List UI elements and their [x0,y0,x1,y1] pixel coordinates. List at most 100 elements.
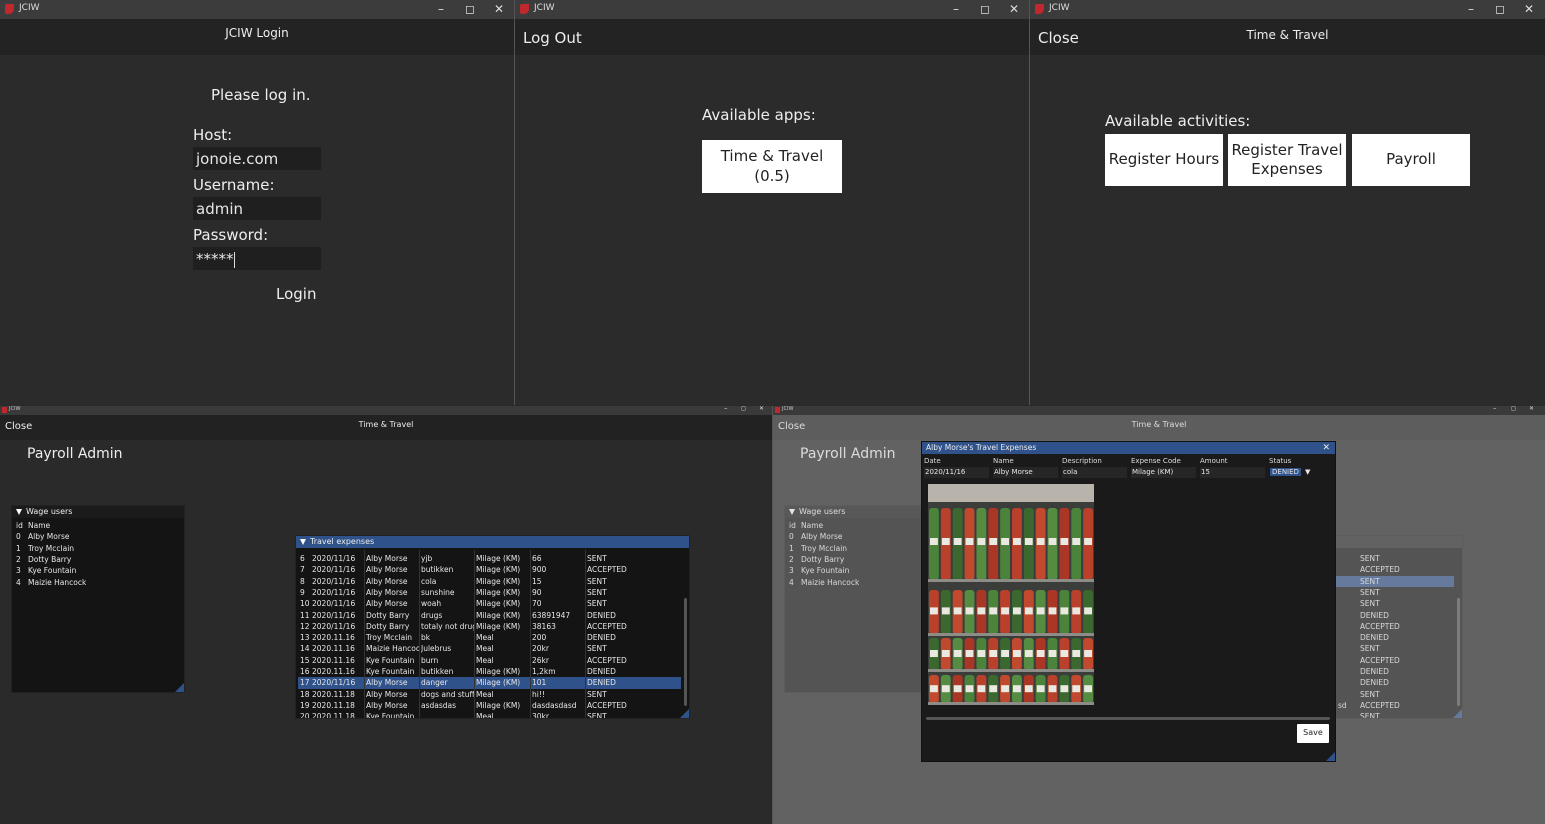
payroll-admin-dialog-window: JCIW – ◻ ✕ Close Time & Travel Payroll A… [773,406,1545,824]
maximize-icon[interactable]: ◻ [461,2,479,16]
resize-handle[interactable] [1326,752,1335,761]
username-field[interactable]: admin [193,197,321,220]
table-cell: butikken [421,565,454,575]
table-cell: 2020.11.18 [312,689,355,699]
table-row[interactable]: 2 Dotty Barry [14,554,182,565]
minimize-icon[interactable]: – [1462,2,1480,16]
field-value[interactable]: 15 [1200,467,1265,478]
minimize-icon[interactable]: – [432,2,450,16]
maximize-icon[interactable]: ◻ [976,2,994,16]
dialog-title-bar[interactable]: Alby Morse's Travel Expenses ✕ [922,442,1335,454]
close-icon[interactable]: ✕ [490,2,508,16]
table-cell: sunshine [421,587,455,597]
wage-users-header[interactable]: Wage users [12,506,184,518]
close-icon[interactable]: ✕ [1529,406,1534,412]
bottle-label [1001,685,1009,693]
table-row[interactable]: 19 2020.11.18 Alby Morse asdasdas Milage (KM… [298,700,681,711]
table-row[interactable]: 9 2020/11/16 Alby Morse sunshine Milage (KM)… [298,587,681,598]
table-cell: ACCEPTED [587,700,627,710]
field-value[interactable]: cola [1062,467,1127,478]
minimize-icon[interactable]: – [947,2,965,16]
table-cell: Alby Morse [366,689,408,699]
resize-handle[interactable] [680,709,689,718]
collapse-triangle-icon[interactable] [16,508,22,515]
table-row[interactable]: 20 2020.11.18 Kye Fountain Meal 30kr SENT [298,711,681,718]
table-cell: Meal [476,712,494,718]
bottle-label [1060,538,1069,545]
ceiling [928,484,1094,502]
field-column: Date 2020/11/16 [924,457,990,481]
status-dropdown[interactable]: DENIED ▼ [1269,467,1328,478]
logout-button[interactable]: Log Out [523,29,582,47]
field-value[interactable]: Milage (KM) [1131,467,1196,478]
table-row[interactable]: 10 2020/11/16 Alby Morse woah Milage (KM) 70 S… [298,598,681,609]
minimize-icon[interactable]: – [1493,406,1497,412]
title-bar[interactable]: JCIW – ◻ ✕ [0,0,514,19]
bottle-label [989,685,998,693]
table-row[interactable]: 11 2020/11/16 Dotty Barry drugs Milage (KM) 6… [298,610,681,621]
title-bar[interactable]: JCIW – ◻ ✕ [773,406,1545,415]
bottle-label [965,607,974,615]
table-cell: 0 [16,532,21,542]
table-row[interactable]: 13 2020.11.16 Troy Mcclain bk Meal 200 DENIED [298,632,681,643]
table-row[interactable]: 3 Kye Fountain [14,565,182,576]
table-cell: 6 [300,554,305,563]
horizontal-scrollbar[interactable] [926,717,1330,720]
password-field[interactable]: ***** [193,247,321,270]
table-cell: SENT [587,712,607,718]
table-row[interactable]: 8 2020/11/16 Alby Morse cola Milage (KM) 15 SE… [298,576,681,587]
table-row[interactable]: 6 2020/11/16 Alby Morse yjb Milage (KM) 66 SEN… [298,553,681,564]
scrollbar[interactable] [684,598,687,706]
window-title: JCIW [19,3,40,13]
collapse-triangle-icon[interactable] [300,538,306,545]
close-icon[interactable]: ✕ [1520,2,1538,16]
table-row[interactable]: 15 2020.11.16 Kye Fountain burn Meal 26kr ACCE… [298,655,681,666]
table-row[interactable]: 0 Alby Morse [14,531,182,542]
maximize-icon[interactable]: ◻ [1511,406,1516,412]
chevron-down-icon[interactable]: ▼ [1305,468,1310,476]
payroll-button[interactable]: Payroll [1352,134,1470,186]
table-row[interactable]: 16 2020.11.16 Kye Fountain butikken Milage (… [298,666,681,677]
host-field[interactable]: jonoie.com [193,147,321,170]
close-icon[interactable]: ✕ [759,406,764,412]
table-row[interactable]: 4 Maizie Hancock [14,577,182,588]
register-hours-button[interactable]: Register Hours [1105,134,1223,186]
table-cell: 2020/11/16 [312,678,356,688]
table-cell: woah [421,599,442,609]
title-bar[interactable]: JCIW – ◻ ✕ [515,0,1029,19]
wage-users-table: id Name 0 Alby Morse 1 Troy Mcclain 2 Dotty Bar… [14,520,182,590]
table-row[interactable]: 12 2020/11/16 Dotty Barry totaly not drugs M… [298,621,681,632]
bottle-label [930,607,938,615]
field-label: Name [993,457,1014,465]
close-icon[interactable]: ✕ [1005,2,1023,16]
title-bar[interactable]: JCIW – ◻ ✕ [0,406,772,415]
field-value[interactable]: Alby Morse [993,467,1058,478]
expense-fields: Date 2020/11/16 Name Alby Morse Description c… [924,457,1331,481]
travel-expenses-header[interactable]: Travel expenses [296,536,689,548]
field-value[interactable]: 2020/11/16 [924,467,989,478]
table-row[interactable]: 1 Troy Mcclain [14,543,182,554]
table-cell: Milage (KM) [476,610,521,620]
table-row[interactable]: 18 2020.11.18 Alby Morse dogs and stuff Meal… [298,689,681,700]
table-cell: 2020/11/16 [312,587,356,597]
table-cell: Milage (KM) [476,576,521,586]
resize-handle[interactable] [175,683,184,692]
time-travel-app-button[interactable]: Time & Travel (0.5) [702,140,842,193]
table-cell: Meal [476,633,494,643]
dialog-close-icon[interactable]: ✕ [1322,442,1330,454]
minimize-icon[interactable]: – [724,406,728,412]
register-travel-expenses-button[interactable]: Register Travel Expenses [1228,134,1346,186]
app-icon [520,4,529,14]
table-cell: 12 [300,621,310,631]
maximize-icon[interactable]: ◻ [741,406,746,412]
table-cell: Alby Morse [366,554,408,563]
title-bar[interactable]: JCIW – ◻ ✕ [1030,0,1545,19]
table-row[interactable]: 7 2020/11/16 Alby Morse butikken Milage (KM)… [298,564,681,575]
maximize-icon[interactable]: ◻ [1491,2,1509,16]
bottle-label [1084,650,1092,657]
table-row[interactable]: 14 2020.11.16 Maizie Hancock Julebrus Meal 20… [298,643,681,654]
payroll-admin-window: JCIW – ◻ ✕ Close Time & Travel Payroll A… [0,406,772,824]
table-row[interactable]: 17 2020/11/16 Alby Morse danger Milage (KM) 1… [298,677,681,689]
login-button[interactable]: Login [276,285,316,303]
save-button[interactable]: Save [1297,724,1329,743]
